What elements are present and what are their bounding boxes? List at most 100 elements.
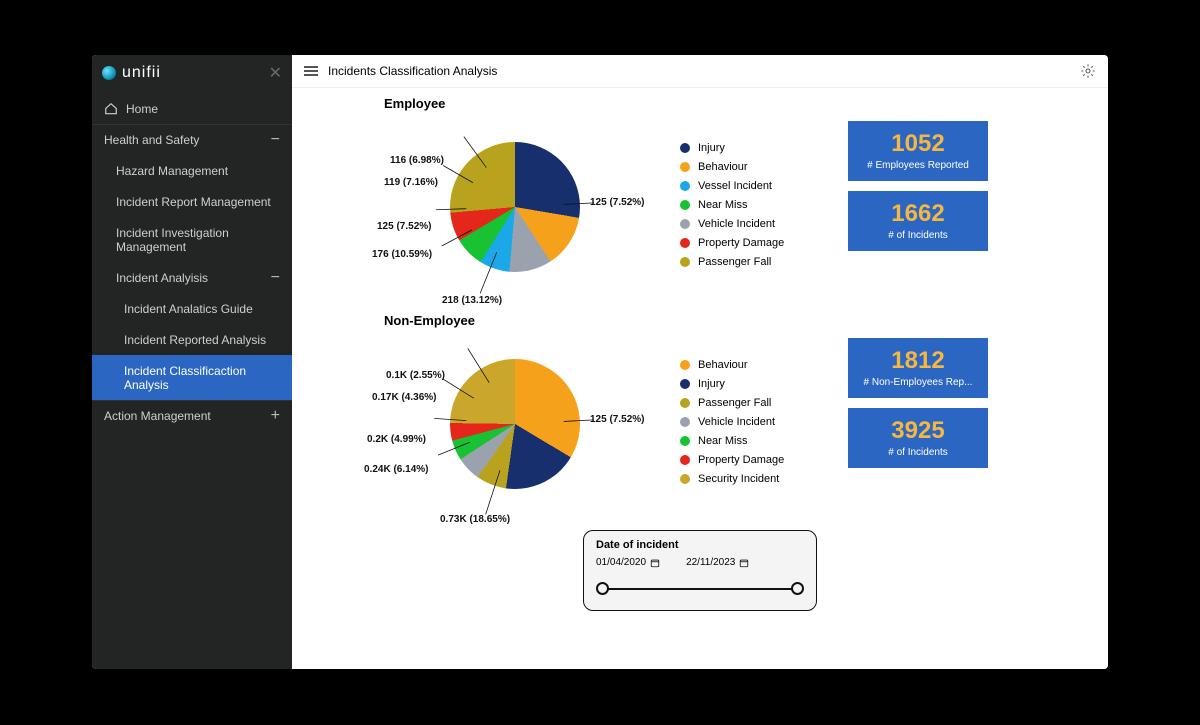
non-employee-section-title: Non-Employee xyxy=(384,313,1088,328)
legend-swatch-icon xyxy=(680,257,690,267)
legend-label: Passenger Fall xyxy=(698,256,771,268)
brand-logo: unifii xyxy=(102,64,161,82)
legend-swatch-icon xyxy=(680,417,690,427)
pie-label: 119 (7.16%) xyxy=(384,177,438,188)
legend-swatch-icon xyxy=(680,360,690,370)
home-icon xyxy=(104,102,118,116)
legend-swatch-icon xyxy=(680,474,690,484)
legend-item[interactable]: Property Damage xyxy=(680,454,830,466)
legend-item[interactable]: Near Miss xyxy=(680,435,830,447)
legend-swatch-icon xyxy=(680,162,690,172)
employee-incidents-card: 1662 # of Incidents xyxy=(848,191,988,251)
legend-label: Near Miss xyxy=(698,199,748,211)
sidebar-item-reported-analysis[interactable]: Incident Reported Analysis xyxy=(92,324,292,355)
legend-item[interactable]: Vehicle Incident xyxy=(680,218,830,230)
legend-swatch-icon xyxy=(680,181,690,191)
pie-label: 125 (7.52%) xyxy=(590,197,644,208)
gear-icon[interactable] xyxy=(1080,63,1096,79)
sidebar-item-action-management[interactable]: Action Management + xyxy=(92,400,292,431)
sidebar-item-health-safety[interactable]: Health and Safety − xyxy=(92,124,292,155)
sidebar-item-irm[interactable]: Incident Report Management xyxy=(92,186,292,217)
employees-reported-card: 1052 # Employees Reported xyxy=(848,121,988,181)
date-range-slider[interactable] xyxy=(596,582,804,596)
legend-label: Behaviour xyxy=(698,161,748,173)
slider-knob-end[interactable] xyxy=(791,582,804,595)
non-employees-reported-card: 1812 # Non-Employees Rep... xyxy=(848,338,988,398)
sidebar-item-incident-analysis[interactable]: Incident Analyisis − xyxy=(92,262,292,293)
date-range-panel: Date of incident 01/04/2020 22/11/2023 xyxy=(583,530,817,611)
pie-label: 0.1K (2.55%) xyxy=(386,370,445,381)
date-to[interactable]: 22/11/2023 xyxy=(686,557,749,568)
legend-swatch-icon xyxy=(680,238,690,248)
legend-label: Property Damage xyxy=(698,454,784,466)
pie-label: 0.24K (6.14%) xyxy=(364,464,428,475)
card-label: # Employees Reported xyxy=(854,160,982,171)
sidebar: unifii ✕ Home Health and Safety − Hazard… xyxy=(92,55,292,669)
pie-label: 116 (6.98%) xyxy=(390,155,444,166)
legend-swatch-icon xyxy=(680,143,690,153)
legend-label: Vehicle Incident xyxy=(698,218,775,230)
legend-item[interactable]: Vehicle Incident xyxy=(680,416,830,428)
pie-label: 176 (10.59%) xyxy=(372,249,432,260)
legend-item[interactable]: Near Miss xyxy=(680,199,830,211)
sidebar-hazard-label: Hazard Management xyxy=(116,164,228,178)
date-to-value: 22/11/2023 xyxy=(686,557,735,568)
card-label: # of Incidents xyxy=(854,447,982,458)
legend-label: Injury xyxy=(698,378,725,390)
legend-label: Vehicle Incident xyxy=(698,416,775,428)
hamburger-icon[interactable] xyxy=(304,64,318,78)
sidebar-item-iim[interactable]: Incident Investigation Management xyxy=(92,217,292,262)
non-employee-pie-chart: 125 (7.52%) 0.73K (18.65%) 0.24K (6.14%)… xyxy=(312,334,662,524)
legend-label: Injury xyxy=(698,142,725,154)
sidebar-ica-label: Incident Classificaction Analysis xyxy=(124,364,280,392)
calendar-icon xyxy=(650,558,660,568)
pie-label: 125 (7.52%) xyxy=(377,221,431,232)
date-from-value: 01/04/2020 xyxy=(596,557,646,568)
pie-label: 0.17K (4.36%) xyxy=(372,392,436,403)
brand-name: unifii xyxy=(122,64,161,82)
pie-label: 0.2K (4.99%) xyxy=(367,434,426,445)
sidebar-iim-label: Incident Investigation Management xyxy=(116,226,280,254)
sidebar-item-analytics-guide[interactable]: Incident Analatics Guide xyxy=(92,293,292,324)
non-employee-legend: Behaviour Injury Passenger Fall Vehicle Inc… xyxy=(680,334,830,492)
legend-item[interactable]: Passenger Fall xyxy=(680,397,830,409)
card-value: 3925 xyxy=(854,419,982,443)
non-employee-incidents-card: 3925 # of Incidents xyxy=(848,408,988,468)
calendar-icon xyxy=(739,558,749,568)
sidebar-item-classification-analysis[interactable]: Incident Classificaction Analysis xyxy=(92,355,292,400)
slider-knob-start[interactable] xyxy=(596,582,609,595)
legend-item[interactable]: Passenger Fall xyxy=(680,256,830,268)
collapse-icon: − xyxy=(271,273,280,283)
sidebar-item-hazard[interactable]: Hazard Management xyxy=(92,155,292,186)
legend-label: Near Miss xyxy=(698,435,748,447)
card-value: 1812 xyxy=(854,349,982,373)
date-panel-title: Date of incident xyxy=(596,539,804,551)
legend-item[interactable]: Behaviour xyxy=(680,359,830,371)
employee-pie-chart: 125 (7.52%) 218 (13.12%) 176 (10.59%) 12… xyxy=(312,117,662,307)
legend-item[interactable]: Vessel Incident xyxy=(680,180,830,192)
legend-item[interactable]: Behaviour xyxy=(680,161,830,173)
legend-item[interactable]: Injury xyxy=(680,378,830,390)
sidebar-home-label: Home xyxy=(126,102,158,116)
legend-swatch-icon xyxy=(680,219,690,229)
sidebar-hs-label: Health and Safety xyxy=(104,133,199,147)
sidebar-am-label: Action Management xyxy=(104,409,211,423)
legend-item[interactable]: Security Incident xyxy=(680,473,830,485)
legend-swatch-icon xyxy=(680,200,690,210)
page-title: Incidents Classification Analysis xyxy=(328,64,497,78)
sidebar-ia-label: Incident Analyisis xyxy=(116,271,208,285)
pie-label: 125 (7.52%) xyxy=(590,414,644,425)
pie-label: 218 (13.12%) xyxy=(442,295,502,306)
sidebar-item-home[interactable]: Home xyxy=(92,93,292,124)
date-from[interactable]: 01/04/2020 xyxy=(596,557,660,568)
card-value: 1662 xyxy=(854,202,982,226)
sidebar-close-icon[interactable]: ✕ xyxy=(269,63,282,83)
legend-label: Security Incident xyxy=(698,473,779,485)
sidebar-iag-label: Incident Analatics Guide xyxy=(124,302,253,316)
sidebar-irm-label: Incident Report Management xyxy=(116,195,271,209)
legend-item[interactable]: Property Damage xyxy=(680,237,830,249)
legend-item[interactable]: Injury xyxy=(680,142,830,154)
legend-swatch-icon xyxy=(680,436,690,446)
card-label: # of Incidents xyxy=(854,230,982,241)
legend-swatch-icon xyxy=(680,455,690,465)
